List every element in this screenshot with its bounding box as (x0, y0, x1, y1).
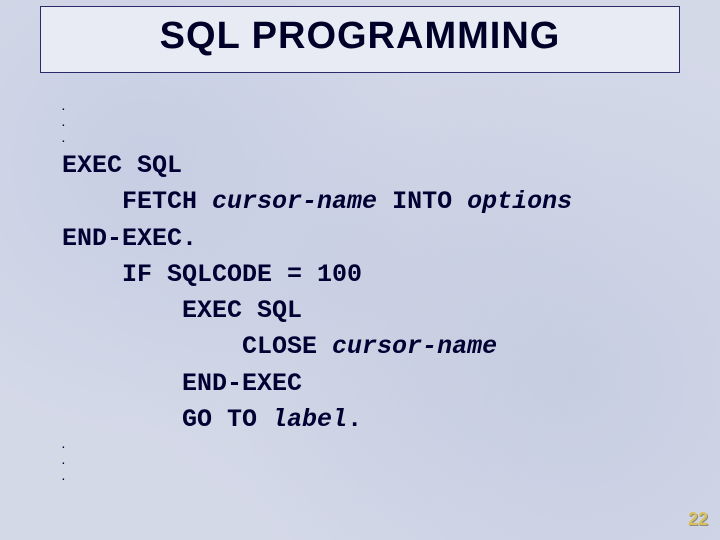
code-line-4: IF SQLCODE = 100 (62, 260, 362, 289)
code-line-5: EXEC SQL (62, 296, 302, 325)
code-line-6a: CLOSE (62, 332, 332, 361)
page-number: 22 (688, 509, 708, 530)
code-line-7: END-EXEC (62, 369, 302, 398)
code-block: . . . EXEC SQL FETCH cursor-name INTO opt… (62, 100, 572, 486)
ellipsis-bottom: . . . (62, 438, 572, 486)
code-line-8c: . (347, 405, 362, 434)
slide-title-box: SQL PROGRAMMING (40, 6, 680, 73)
code-line-1: EXEC SQL (62, 151, 182, 180)
code-line-2d: options (467, 187, 572, 216)
code-line-2a: FETCH (62, 187, 212, 216)
ellipsis-top: . . . (62, 100, 572, 148)
code-line-2c: INTO (377, 187, 467, 216)
code-line-8a: GO TO (62, 405, 272, 434)
code-line-3: END-EXEC. (62, 224, 197, 253)
code-line-2b: cursor-name (212, 187, 377, 216)
code-line-6b: cursor-name (332, 332, 497, 361)
code-line-8b: label (272, 405, 347, 434)
slide-title: SQL PROGRAMMING (41, 15, 679, 58)
